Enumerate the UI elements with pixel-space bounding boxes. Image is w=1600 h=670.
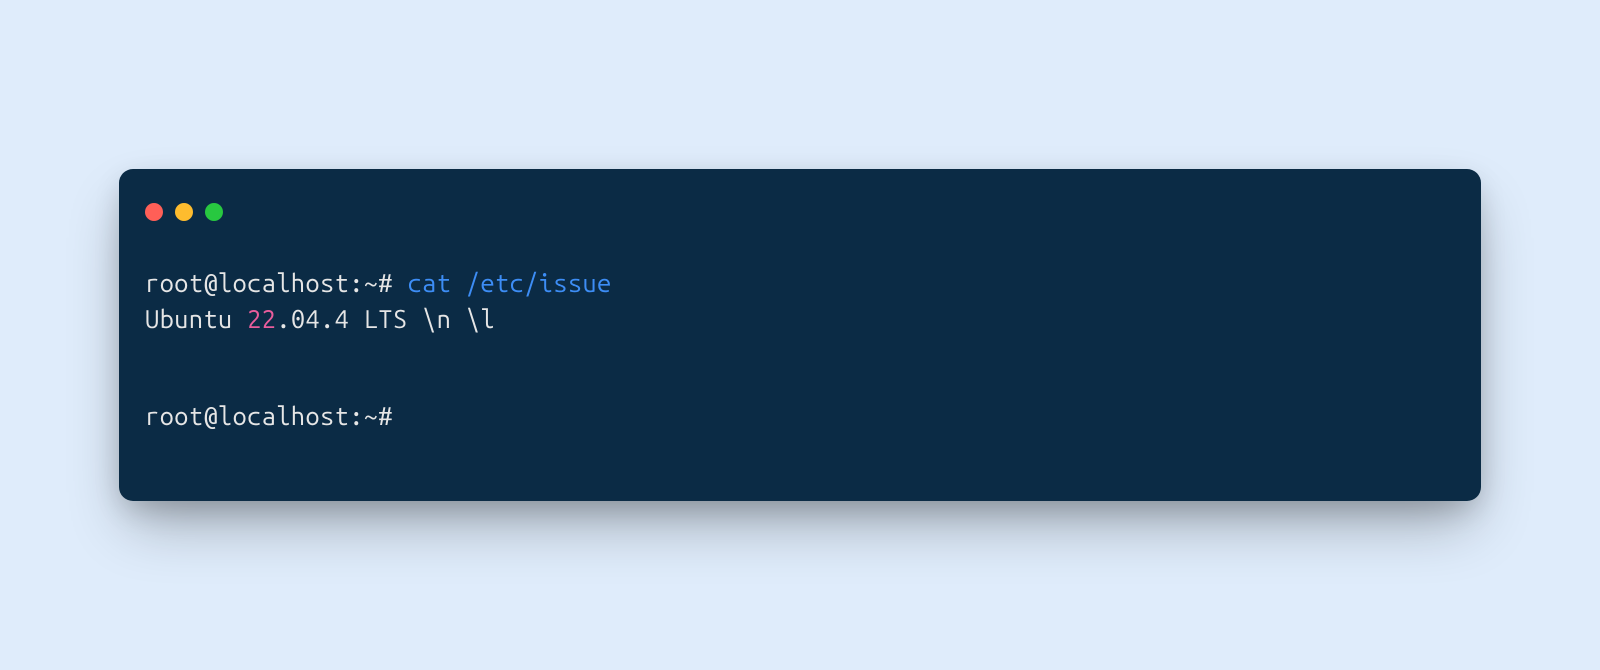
blank-line (145, 336, 1455, 397)
command-line-2: root@localhost:~# (145, 398, 1455, 434)
maximize-icon[interactable] (205, 203, 223, 221)
output-number: 22 (247, 304, 276, 333)
close-icon[interactable] (145, 203, 163, 221)
command-line-1: root@localhost:~# cat /etc/issue (145, 265, 1455, 301)
output-prefix: Ubuntu (145, 304, 247, 333)
window-title-bar (119, 169, 1481, 221)
terminal-window: root@localhost:~# cat /etc/issue Ubuntu … (119, 169, 1481, 501)
prompt-text: root@localhost:~# (145, 401, 393, 430)
prompt-text: root@localhost:~# (145, 268, 407, 297)
output-suffix: .04.4 LTS \n \l (276, 304, 495, 333)
command-text: cat /etc/issue (407, 268, 611, 297)
minimize-icon[interactable] (175, 203, 193, 221)
output-line: Ubuntu 22.04.4 LTS \n \l (145, 301, 1455, 337)
terminal-content[interactable]: root@localhost:~# cat /etc/issue Ubuntu … (119, 221, 1481, 459)
